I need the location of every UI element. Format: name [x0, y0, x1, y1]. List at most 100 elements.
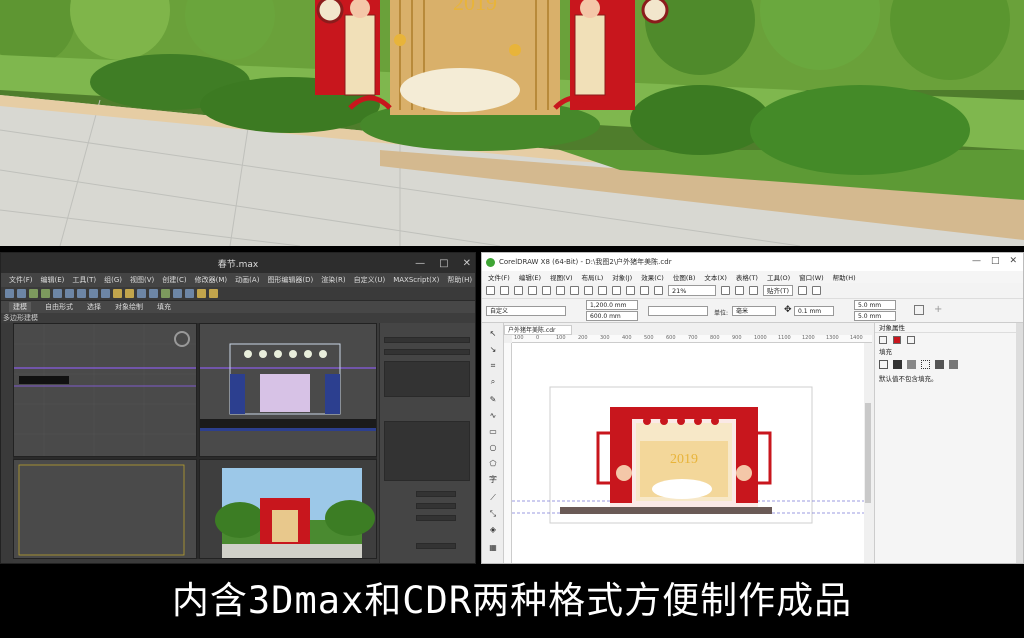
max-menu-file[interactable]: 文件(F)	[9, 275, 33, 285]
cdr-menu-edit[interactable]: 编辑(E)	[519, 272, 541, 282]
treat-as-filled-icon[interactable]	[914, 305, 924, 315]
max-menu-maxscript[interactable]: MAXScript(X)	[393, 276, 439, 284]
link-icon[interactable]	[29, 289, 38, 298]
cdr-menu-tools[interactable]: 工具(O)	[767, 272, 790, 282]
max-menu-tools[interactable]: 工具(T)	[72, 275, 96, 285]
page-preset-select[interactable]: 自定义	[486, 306, 566, 316]
cdr-menu-text[interactable]: 文本(X)	[704, 272, 727, 282]
copy-icon[interactable]	[556, 286, 565, 295]
viewport-top[interactable]	[13, 323, 197, 457]
cdr-menu-effects[interactable]: 效果(C)	[641, 272, 664, 282]
new-document-icon[interactable]	[486, 286, 495, 295]
viewport-perspective[interactable]	[199, 459, 377, 559]
no-fill-icon[interactable]	[879, 359, 888, 369]
texture-fill-icon[interactable]	[935, 359, 944, 369]
cdr-close-button[interactable]: ✕	[1009, 256, 1017, 266]
param-field-1[interactable]	[416, 491, 456, 497]
max-menu-view[interactable]: 视图(V)	[130, 275, 154, 285]
max-menu-group[interactable]: 组(G)	[104, 275, 122, 285]
modifier-list-dropdown[interactable]	[384, 349, 470, 355]
full-screen-icon[interactable]	[721, 286, 730, 295]
cdr-menu-help[interactable]: 帮助(H)	[833, 272, 856, 282]
ribbon-tab-object-paint[interactable]: 对象绘制	[115, 302, 143, 312]
postscript-fill-icon[interactable]	[949, 359, 958, 369]
drawing-canvas[interactable]: 2019	[512, 343, 872, 563]
curve-editor-icon[interactable]	[173, 289, 182, 298]
max-menu-graph-editors[interactable]: 图形编辑器(D)	[267, 275, 313, 285]
mirror-icon[interactable]	[137, 289, 146, 298]
scale-icon[interactable]	[101, 289, 110, 298]
snap-to-dropdown[interactable]: 贴齐(T)	[763, 285, 794, 296]
max-menu-customize[interactable]: 自定义(U)	[354, 275, 386, 285]
nudge-distance-field[interactable]: 0.1 mm	[794, 306, 834, 316]
max-menu-modifiers[interactable]: 修改器(M)	[195, 275, 228, 285]
show-rulers-icon[interactable]	[735, 286, 744, 295]
publish-pdf-icon[interactable]	[654, 286, 663, 295]
connector-tool-icon[interactable]: ⤡	[488, 509, 498, 519]
fountain-fill-icon[interactable]	[907, 359, 916, 369]
ellipse-tool-icon[interactable]: ○	[488, 443, 498, 453]
ribbon-tab-selection[interactable]: 选择	[87, 302, 101, 312]
uniform-fill-icon[interactable]	[893, 359, 902, 369]
cdr-menu-file[interactable]: 文件(F)	[488, 272, 510, 282]
orientation-buttons[interactable]	[648, 306, 708, 316]
add-page-icon[interactable]: +	[934, 304, 942, 315]
duplicate-x-field[interactable]: 5.0 mm	[854, 300, 896, 310]
cdr-menu-layout[interactable]: 布局(L)	[582, 272, 604, 282]
param-field-3[interactable]	[416, 515, 456, 521]
paste-icon[interactable]	[570, 286, 579, 295]
snap-icon[interactable]	[113, 289, 122, 298]
outline-tab-icon[interactable]	[879, 336, 887, 344]
ribbon-tab-modeling[interactable]: 建模	[9, 302, 31, 312]
duplicate-y-field[interactable]: 5.0 mm	[854, 311, 896, 321]
select-region-icon[interactable]	[65, 289, 74, 298]
cdr-menu-view[interactable]: 视图(V)	[550, 272, 573, 282]
render-setup-icon[interactable]	[197, 289, 206, 298]
undo-icon[interactable]	[5, 289, 14, 298]
launch-icon[interactable]	[812, 286, 822, 295]
parallel-dimension-icon[interactable]: ⟋	[488, 493, 498, 503]
fill-tab-icon[interactable]	[893, 336, 901, 344]
cdr-maximize-button[interactable]: □	[991, 256, 1000, 266]
max-menu-help[interactable]: 帮助(H)	[447, 275, 472, 285]
cut-icon[interactable]	[542, 286, 551, 295]
max-menu-rendering[interactable]: 渲染(R)	[321, 275, 345, 285]
units-select[interactable]: 毫米	[732, 306, 776, 316]
redo-icon[interactable]	[17, 289, 26, 298]
viewport-left[interactable]	[13, 459, 197, 559]
save-icon[interactable]	[514, 286, 523, 295]
crop-tool-icon[interactable]: ⌗	[488, 361, 498, 371]
canvas-vertical-scrollbar[interactable]	[864, 343, 872, 563]
artistic-media-icon[interactable]: ∿	[488, 411, 498, 421]
layer-icon[interactable]	[161, 289, 170, 298]
search-icon[interactable]	[612, 286, 621, 295]
transparency-tool-icon[interactable]: ▦	[488, 543, 498, 553]
unlink-icon[interactable]	[41, 289, 50, 298]
print-icon[interactable]	[528, 286, 537, 295]
undo-icon[interactable]	[584, 286, 593, 295]
viewport-front[interactable]	[199, 323, 377, 457]
max-menu-animation[interactable]: 动画(A)	[235, 275, 259, 285]
text-tool-icon[interactable]: 字	[488, 475, 498, 485]
zoom-tool-icon[interactable]: ⌕	[488, 377, 498, 387]
cdr-menu-table[interactable]: 表格(T)	[736, 272, 758, 282]
polygon-tool-icon[interactable]: ⬠	[488, 459, 498, 469]
color-palette-strip[interactable]	[1016, 323, 1023, 563]
export-icon[interactable]	[640, 286, 649, 295]
modifier-stack[interactable]	[384, 361, 470, 397]
pick-tool-icon[interactable]: ↖	[488, 329, 498, 339]
close-button[interactable]: ✕	[463, 258, 471, 269]
open-folder-icon[interactable]	[500, 286, 509, 295]
maximize-button[interactable]: □	[439, 258, 448, 269]
material-editor-icon[interactable]	[185, 289, 194, 298]
max-menu-edit[interactable]: 编辑(E)	[41, 275, 65, 285]
redo-icon[interactable]	[598, 286, 607, 295]
param-field-4[interactable]	[416, 543, 456, 549]
document-tab[interactable]: 户外猪年美陈.cdr	[504, 325, 572, 335]
param-field-2[interactable]	[416, 503, 456, 509]
angle-snap-icon[interactable]	[125, 289, 134, 298]
shape-tool-icon[interactable]: ↘	[488, 345, 498, 355]
max-menu-create[interactable]: 创建(C)	[162, 275, 186, 285]
rectangle-tool-icon[interactable]: ▭	[488, 427, 498, 437]
rotate-icon[interactable]	[89, 289, 98, 298]
